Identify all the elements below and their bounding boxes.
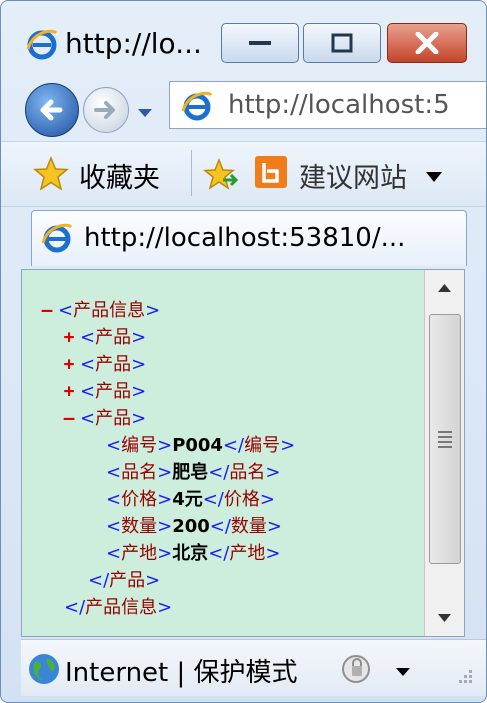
expand-toggle[interactable]: +: [58, 325, 80, 351]
address-text: http://localhost:5: [228, 90, 450, 120]
scroll-up-arrow-icon: [438, 284, 451, 292]
page-content: – <产品信息> + <产品> + <产品> + <产品> – <产品> <编号>P004…: [21, 269, 465, 637]
vertical-scrollbar[interactable]: [424, 270, 464, 636]
toolbar-separator: [191, 150, 192, 196]
suggested-sites-dropdown-icon[interactable]: [425, 168, 443, 187]
xml-field-row: <数量>200</数量>: [106, 516, 283, 537]
minimize-button[interactable]: [221, 23, 299, 63]
tab-ie-icon: [40, 221, 74, 259]
history-dropdown-icon[interactable]: [137, 103, 153, 122]
tab-title: http://localhost:53810/...: [84, 223, 406, 253]
expand-toggle[interactable]: +: [58, 352, 80, 378]
tab-strip: http://localhost:53810/...: [1, 206, 486, 268]
xml-root-close: </产品信息>: [64, 597, 173, 618]
security-settings-icon[interactable]: [339, 652, 373, 690]
back-arrow-icon: [40, 99, 63, 121]
xml-root-open: – <产品信息>: [36, 298, 161, 324]
xml-expanded-item-open: – <产品>: [58, 406, 147, 432]
xml-field-value: 北京: [172, 543, 209, 564]
collapse-toggle[interactable]: –: [36, 298, 58, 324]
add-favorites-icon[interactable]: [203, 157, 239, 196]
address-bar[interactable]: http://localhost:5: [169, 81, 486, 129]
browser-window: http://lo... http://localhost:5 收藏夹 建议网站…: [0, 0, 487, 703]
suggested-sites-icon: [255, 156, 287, 188]
navigation-bar: http://localhost:5: [1, 73, 486, 139]
favorites-button[interactable]: 收藏夹: [79, 156, 160, 195]
close-icon: [415, 32, 439, 54]
scroll-down-button[interactable]: [425, 600, 464, 636]
xml-field-value: 肥皂: [172, 462, 209, 483]
expand-toggle[interactable]: +: [58, 379, 80, 405]
close-button[interactable]: [387, 23, 467, 63]
ie-logo-icon: [25, 27, 59, 61]
window-title: http://lo...: [65, 27, 202, 60]
xml-expanded-item-close: </产品>: [88, 570, 161, 591]
xml-field-row: <价格>4元</价格>: [106, 489, 275, 510]
minimize-icon: [249, 41, 271, 45]
xml-field-row: <编号>P004</编号>: [106, 435, 296, 456]
status-zone-text: Internet | 保护模式: [65, 658, 298, 688]
xml-collapsed-item: + <产品>: [58, 352, 147, 378]
xml-field-value: P004: [172, 435, 223, 456]
internet-globe-icon: [27, 652, 61, 690]
zoom-dropdown-icon[interactable]: [395, 662, 411, 681]
scrollbar-thumb[interactable]: [429, 314, 461, 564]
xml-field-value: 4元: [172, 489, 203, 510]
suggested-sites-button[interactable]: 建议网站: [299, 156, 407, 195]
xml-collapsed-item: + <产品>: [58, 325, 147, 351]
favorites-star-icon: [33, 156, 69, 196]
status-bar: Internet | 保护模式: [21, 639, 486, 696]
xml-tag-name: 产品信息: [73, 300, 146, 321]
maximize-icon: [331, 33, 353, 53]
xml-collapsed-item: + <产品>: [58, 379, 147, 405]
scroll-down-arrow-icon: [438, 614, 451, 622]
resize-grip-icon[interactable]: [455, 668, 475, 692]
xml-tree: – <产品信息> + <产品> + <产品> + <产品> – <产品> <编号>P004…: [22, 270, 422, 636]
back-button[interactable]: [25, 83, 79, 137]
xml-field-value: 200: [172, 516, 210, 537]
maximize-button[interactable]: [303, 23, 381, 63]
forward-button[interactable]: [83, 87, 129, 133]
collapse-toggle[interactable]: –: [58, 406, 80, 432]
favorites-bar: 收藏夹 建议网站: [1, 141, 486, 207]
title-bar: http://lo...: [1, 1, 486, 71]
xml-field-row: <产地>北京</产地>: [106, 543, 281, 564]
forward-arrow-icon: [94, 101, 115, 119]
page-ie-icon: [180, 89, 214, 127]
scroll-up-button[interactable]: [425, 270, 464, 306]
xml-field-row: <品名>肥皂</品名>: [106, 462, 281, 483]
tab-current[interactable]: http://localhost:53810/...: [31, 210, 467, 266]
